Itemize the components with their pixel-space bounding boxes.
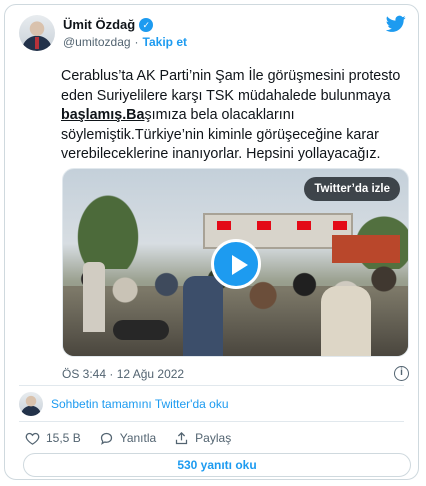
watch-on-twitter-button[interactable]: Twitter’da izle bbox=[304, 177, 400, 201]
tweet-text-part1: Cerablus’ta AK Parti’nin Şam İle görüşme… bbox=[61, 68, 401, 104]
flag-icon bbox=[297, 221, 311, 230]
share-label: Paylaş bbox=[195, 431, 232, 445]
video-frame-person bbox=[83, 262, 105, 332]
follow-button[interactable]: Takip et bbox=[143, 35, 187, 49]
author-name[interactable]: Ümit Özdağ bbox=[63, 17, 135, 32]
author-handle[interactable]: @umitozdag bbox=[63, 35, 131, 49]
info-icon[interactable]: i bbox=[394, 366, 409, 381]
author-avatar[interactable] bbox=[19, 15, 55, 51]
play-icon[interactable] bbox=[211, 239, 261, 289]
author-name-row: Ümit Özdağ ✓ bbox=[63, 17, 154, 32]
divider bbox=[19, 421, 404, 422]
share-button[interactable]: Paylaş bbox=[174, 431, 231, 446]
timestamp-row: ÖS 3:44 · 12 Ağu 2022 i bbox=[62, 366, 409, 383]
reply-label: Yanıtla bbox=[119, 431, 157, 445]
tweet-inline-link[interactable]: başlamış.Ba bbox=[61, 107, 144, 123]
flag-icon bbox=[217, 221, 231, 230]
like-button[interactable]: 15,5 B bbox=[25, 431, 81, 446]
read-conversation-link[interactable]: Sohbetin tamamını Twitter'da oku bbox=[51, 397, 229, 411]
verified-badge-icon: ✓ bbox=[139, 17, 154, 32]
author-avatar-small bbox=[19, 392, 43, 416]
tweet-header: Ümit Özdağ ✓ @umitozdag · Takip et bbox=[19, 15, 406, 55]
share-icon bbox=[176, 431, 188, 444]
tweet-card: Ümit Özdağ ✓ @umitozdag · Takip et Cerab… bbox=[4, 4, 419, 480]
twitter-bird-icon[interactable] bbox=[386, 15, 406, 33]
video-player[interactable]: Twitter’da izle bbox=[62, 168, 409, 357]
like-count: 15,5 B bbox=[46, 431, 81, 445]
separator-dot: · bbox=[134, 35, 139, 49]
heart-icon bbox=[25, 432, 40, 445]
reply-button[interactable]: Yanıtla bbox=[99, 431, 156, 446]
tweet-timestamp[interactable]: ÖS 3:44 · 12 Ağu 2022 bbox=[62, 367, 184, 381]
flag-icon bbox=[257, 221, 271, 230]
read-conversation-row[interactable]: Sohbetin tamamını Twitter'da oku bbox=[19, 390, 409, 418]
video-frame-person bbox=[321, 286, 371, 356]
flag-icon bbox=[333, 221, 347, 230]
video-frame-person bbox=[183, 276, 223, 356]
read-replies-button[interactable]: 530 yanıtı oku bbox=[23, 453, 411, 477]
action-bar: 15,5 B Yanıtla Paylaş bbox=[25, 429, 231, 447]
divider bbox=[19, 385, 404, 386]
video-frame-motorcycle bbox=[113, 320, 169, 340]
reply-icon bbox=[100, 432, 112, 445]
tweet-text: Cerablus’ta AK Parti’nin Şam İle görüşme… bbox=[61, 67, 411, 165]
author-handle-row: @umitozdag · Takip et bbox=[63, 35, 187, 49]
